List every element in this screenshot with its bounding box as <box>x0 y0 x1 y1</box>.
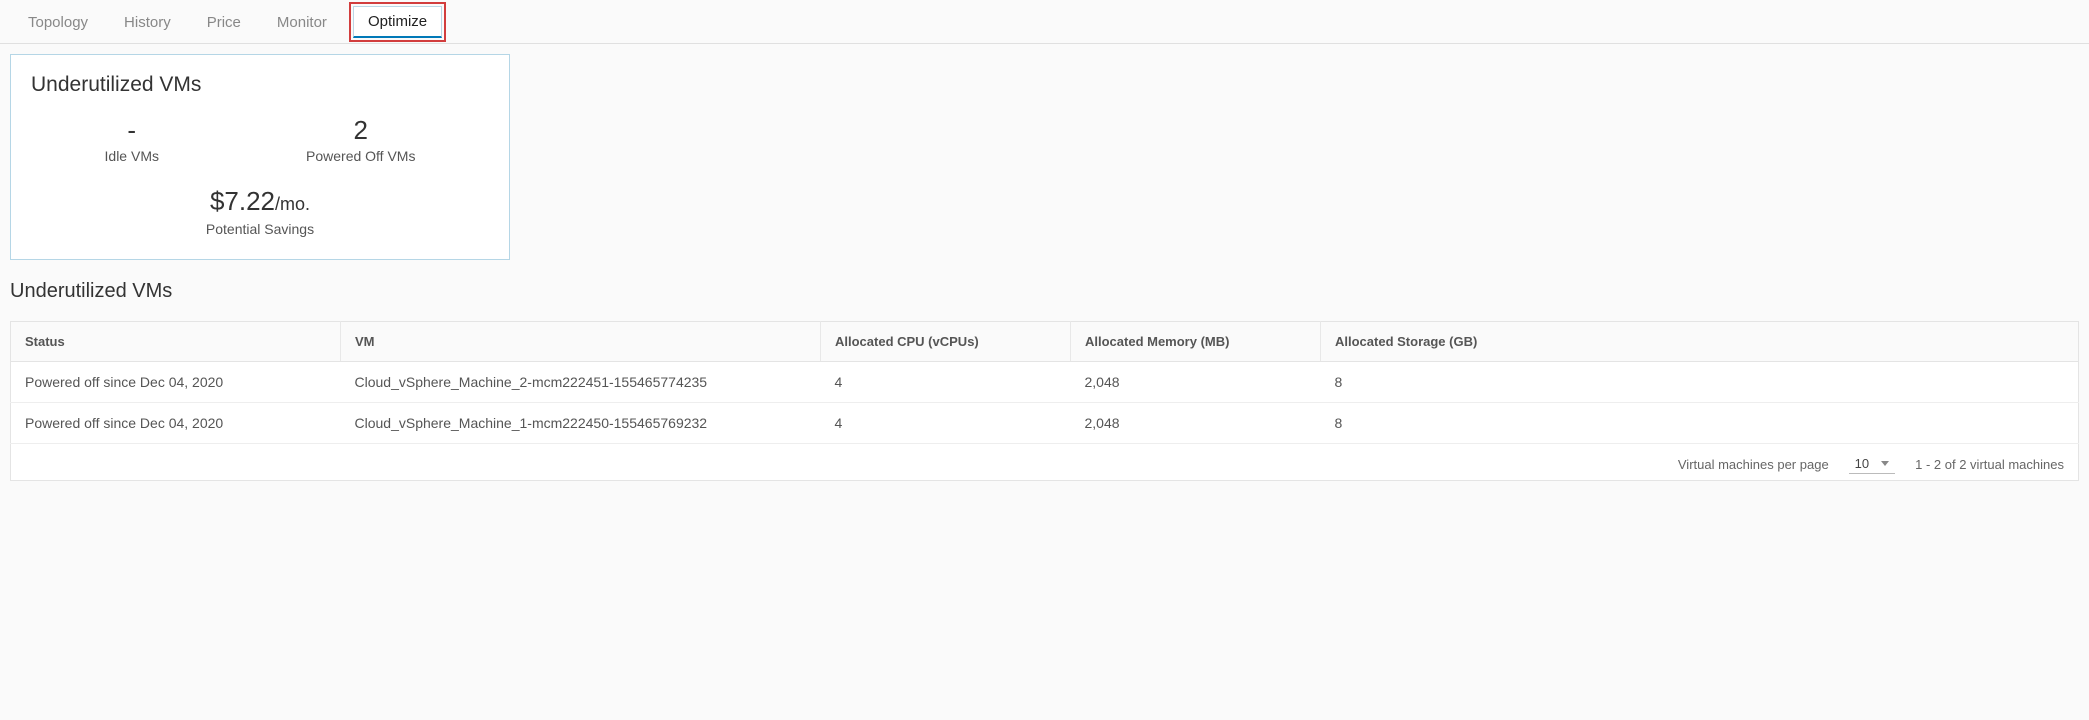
tab-monitor[interactable]: Monitor <box>259 0 345 43</box>
page-size-select[interactable]: 10 <box>1849 454 1895 474</box>
savings-unit: /mo. <box>275 194 310 214</box>
tab-topology[interactable]: Topology <box>10 0 106 43</box>
card-title: Underutilized VMs <box>31 73 489 97</box>
tab-bar: Topology History Price Monitor Optimize <box>0 0 2089 44</box>
chevron-down-icon <box>1881 461 1889 466</box>
cell-mem: 2,048 <box>1071 403 1321 444</box>
cell-cpu: 4 <box>821 403 1071 444</box>
per-page-label: Virtual machines per page <box>1678 457 1829 472</box>
vm-table: Status VM Allocated CPU (vCPUs) Allocate… <box>10 321 2079 444</box>
col-header-mem[interactable]: Allocated Memory (MB) <box>1071 322 1321 362</box>
tab-optimize[interactable]: Optimize <box>353 6 442 38</box>
savings-block: $7.22/mo. Potential Savings <box>31 186 489 237</box>
table-footer: Virtual machines per page 10 1 - 2 of 2 … <box>10 444 2079 481</box>
tab-optimize-outline: Optimize <box>349 2 446 42</box>
table-header-row: Status VM Allocated CPU (vCPUs) Allocate… <box>11 322 2079 362</box>
cell-mem: 2,048 <box>1071 362 1321 403</box>
metric-powered-off: 2 Powered Off VMs <box>306 115 415 164</box>
cell-storage: 8 <box>1321 362 2079 403</box>
metric-idle-label: Idle VMs <box>105 148 159 164</box>
table-row[interactable]: Powered off since Dec 04, 2020 Cloud_vSp… <box>11 362 2079 403</box>
card-metrics: - Idle VMs 2 Powered Off VMs <box>31 115 489 164</box>
cell-status: Powered off since Dec 04, 2020 <box>11 403 341 444</box>
table-row[interactable]: Powered off since Dec 04, 2020 Cloud_vSp… <box>11 403 2079 444</box>
col-header-status[interactable]: Status <box>11 322 341 362</box>
metric-idle-value: - <box>105 115 159 146</box>
cell-vm: Cloud_vSphere_Machine_1-mcm222450-155465… <box>341 403 821 444</box>
col-header-cpu[interactable]: Allocated CPU (vCPUs) <box>821 322 1071 362</box>
underutilized-card: Underutilized VMs - Idle VMs 2 Powered O… <box>10 54 510 260</box>
cell-storage: 8 <box>1321 403 2079 444</box>
section-title-underutilized: Underutilized VMs <box>10 280 2079 303</box>
savings-amount: $7.22 <box>210 186 275 216</box>
cell-status: Powered off since Dec 04, 2020 <box>11 362 341 403</box>
tab-price[interactable]: Price <box>189 0 259 43</box>
tab-history[interactable]: History <box>106 0 189 43</box>
pagination-range: 1 - 2 of 2 virtual machines <box>1915 457 2064 472</box>
metric-idle: - Idle VMs <box>105 115 159 164</box>
cell-cpu: 4 <box>821 362 1071 403</box>
cell-vm: Cloud_vSphere_Machine_2-mcm222451-155465… <box>341 362 821 403</box>
savings-line: $7.22/mo. <box>31 186 489 217</box>
tab-optimize-highlight: Optimize <box>345 0 450 43</box>
col-header-vm[interactable]: VM <box>341 322 821 362</box>
page-size-value: 10 <box>1855 456 1869 471</box>
metric-off-label: Powered Off VMs <box>306 148 415 164</box>
col-header-storage[interactable]: Allocated Storage (GB) <box>1321 322 2079 362</box>
savings-label: Potential Savings <box>31 221 489 237</box>
metric-off-value: 2 <box>306 115 415 146</box>
content-area: Underutilized VMs - Idle VMs 2 Powered O… <box>0 44 2089 491</box>
